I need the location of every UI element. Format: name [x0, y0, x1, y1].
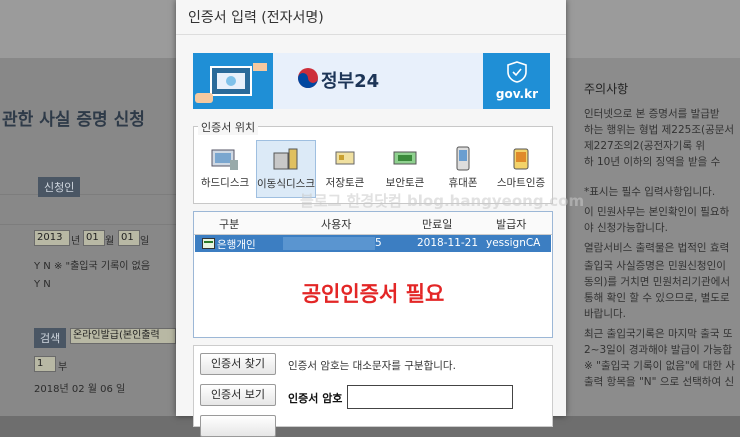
copies-input: 1 — [34, 356, 56, 372]
background-page-title: 관한 사실 증명 신청 — [2, 110, 145, 130]
hard-disk-icon — [210, 146, 240, 175]
month-input: 01 — [83, 230, 105, 246]
issue-method-select: 온라인발급(본인출력 — [70, 328, 176, 344]
notice-title: 주의사항 — [584, 82, 629, 96]
location-smart-auth[interactable]: 스마트인증 — [492, 140, 550, 196]
dialog-title: 인증서 입력 (전자서명) — [188, 10, 324, 26]
mobile-phone-icon — [448, 146, 478, 175]
certificate-list: 구분 사용자 만료일 발급자 은행개인 5 2018-11-21 yessign… — [193, 211, 553, 338]
security-token-icon — [390, 146, 420, 175]
radio-row-1: Y N ※ "출입국 기록이 없음 — [34, 261, 151, 272]
certificate-required-notice: 공인인증서 필요 — [301, 282, 445, 306]
column-expiry[interactable]: 만료일 — [422, 216, 452, 232]
location-mobile-phone[interactable]: 휴대폰 — [434, 140, 492, 196]
taegeuk-logo-icon — [298, 68, 318, 88]
notice-panel: 주의사항 인터넷으로 본 증명서를 발급받 하는 행위는 형법 제225조(공문… — [566, 58, 740, 416]
password-label: 인증서 암호 — [288, 392, 343, 405]
divider — [176, 34, 566, 35]
shield-check-icon — [507, 61, 527, 83]
password-section: 인증서 찾기 인증서 보기 인증서 암호는 대소문자를 구분합니다. 인증서 암… — [193, 345, 553, 437]
certificate-icon — [202, 238, 215, 249]
view-certificate-button[interactable]: 인증서 보기 — [200, 384, 276, 406]
row-expiry: 2018-11-21 — [417, 237, 479, 249]
storage-token-icon — [330, 146, 360, 175]
location-group-label: 인증서 위치 — [198, 119, 259, 135]
row-user: 5 — [375, 237, 382, 249]
background-form: 관한 사실 증명 신청 신청인 2013 년 01 월 01 일 Y N ※ "… — [0, 58, 176, 416]
location-security-token[interactable]: 보안토큰 — [376, 140, 434, 196]
password-input[interactable] — [347, 385, 513, 409]
row-type: 은행개인 — [217, 239, 256, 251]
column-type[interactable]: 구분 — [219, 216, 239, 232]
row-issuer: yessignCA — [486, 237, 541, 249]
year-input: 2013 — [34, 230, 70, 246]
banner-illustration — [193, 53, 273, 109]
column-user[interactable]: 사용자 — [321, 216, 351, 232]
search-button: 검색 — [34, 328, 67, 348]
third-button[interactable] — [200, 415, 276, 437]
case-sensitive-notice: 인증서 암호는 대소문자를 구분합니다. — [288, 360, 456, 372]
removable-disk-icon — [271, 147, 301, 176]
gov24-banner: 정부24 gov.kr — [193, 53, 550, 109]
lock-screen-icon — [195, 63, 267, 103]
gov24-brand: 정부24 — [321, 71, 380, 92]
column-issuer[interactable]: 발급자 — [496, 216, 526, 232]
smart-auth-icon — [506, 146, 536, 175]
radio-row-2: Y N — [34, 279, 51, 290]
day-input: 01 — [118, 230, 140, 246]
certificate-row[interactable]: 은행개인 5 2018-11-21 yessignCA — [195, 235, 551, 252]
certificate-list-header: 구분 사용자 만료일 발급자 — [194, 212, 552, 235]
find-certificate-button[interactable]: 인증서 찾기 — [200, 353, 276, 375]
applicant-button: 신청인 — [38, 177, 81, 197]
location-hard-disk[interactable]: 하드디스크 — [196, 140, 254, 196]
gov-domain: gov.kr — [495, 87, 538, 101]
location-storage-token[interactable]: 저장토큰 — [316, 140, 374, 196]
issue-date-text: 2018년 02 월 06 일 — [34, 384, 126, 395]
watermark: 블로그 한경닷컴 blog.hangyeong.com — [300, 192, 585, 210]
row-user-masked — [283, 237, 375, 250]
